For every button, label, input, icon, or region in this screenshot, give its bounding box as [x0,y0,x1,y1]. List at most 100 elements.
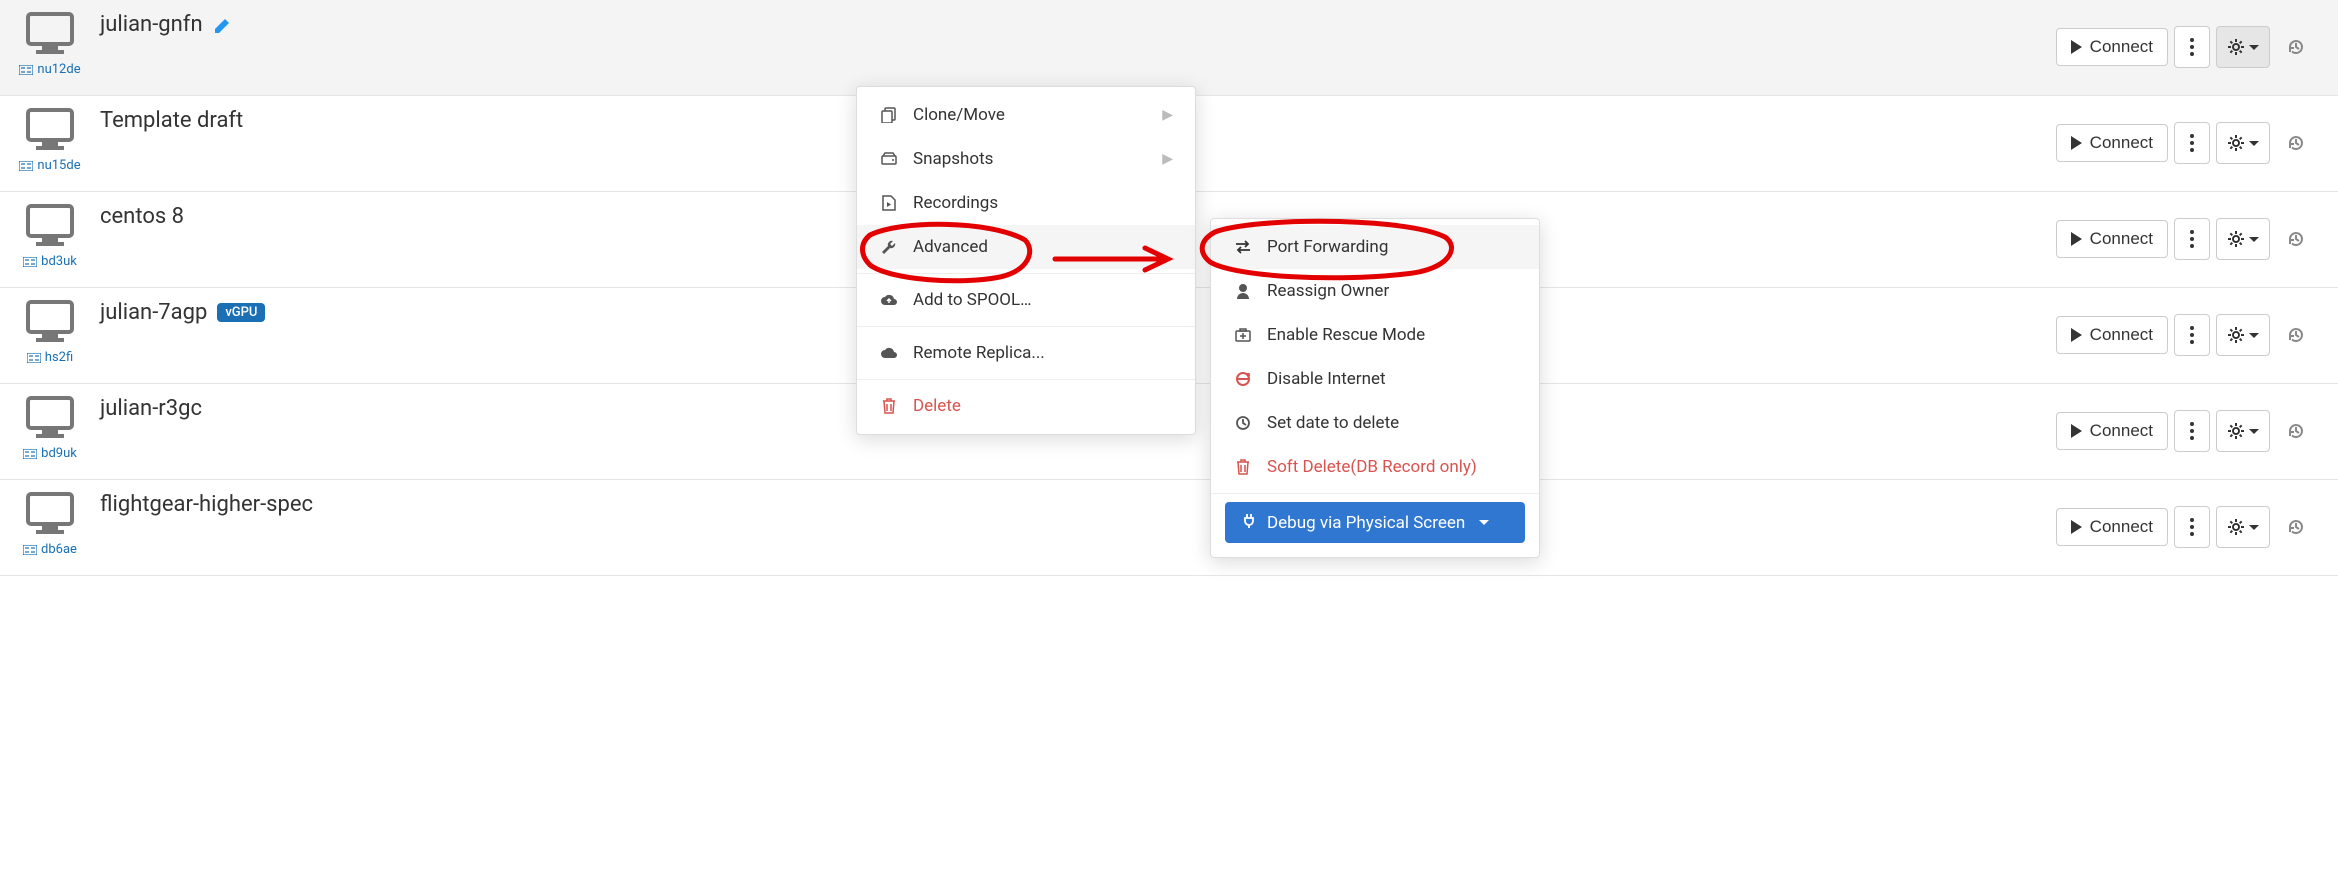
gear-dropdown-button[interactable] [2216,314,2270,356]
menu-label: Delete [913,396,961,416]
monitor-icon [24,204,76,248]
gear-dropdown-button[interactable] [2216,26,2270,68]
pencil-icon[interactable] [213,15,233,35]
menu-advanced[interactable]: Advanced [857,225,1195,269]
caret-down-icon [2249,525,2259,530]
submenu-reassign-owner[interactable]: Reassign Owner [1211,269,1539,313]
play-icon [2071,328,2082,342]
gear-icon [2227,38,2245,56]
vm-actions: Connect [2056,200,2324,260]
vm-actions: Connect [2056,8,2324,68]
submenu-rescue-mode[interactable]: Enable Rescue Mode [1211,313,1539,357]
vm-actions: Connect [2056,488,2324,548]
connect-button[interactable]: Connect [2056,28,2168,66]
menu-snapshots[interactable]: Snapshots ▶ [857,137,1195,181]
node-badge[interactable]: hs2fi [27,350,73,365]
submenu-port-forwarding[interactable]: Port Forwarding [1211,225,1539,269]
kebab-icon [2190,422,2194,440]
gear-dropdown-button[interactable] [2216,506,2270,548]
connect-button[interactable]: Connect [2056,508,2168,546]
connect-button[interactable]: Connect [2056,412,2168,450]
node-id: nu15de [37,158,80,173]
connect-label: Connect [2090,517,2153,537]
trash-icon [879,398,899,414]
history-button[interactable] [2276,26,2316,68]
kebab-button[interactable] [2174,314,2210,356]
menu-clone-move[interactable]: Clone/Move ▶ [857,93,1195,137]
vm-row[interactable]: db6ae flightgear-higher-spec Connect [0,480,2338,576]
wrench-icon [879,239,899,255]
kebab-button[interactable] [2174,410,2210,452]
connect-button[interactable]: Connect [2056,220,2168,258]
history-button[interactable] [2276,410,2316,452]
kebab-icon [2190,230,2194,248]
menu-recordings[interactable]: Recordings [857,181,1195,225]
button-label: Debug via Physical Screen [1267,513,1465,533]
kebab-icon [2190,518,2194,536]
node-badge[interactable]: bd9uk [23,446,77,461]
gear-icon [2227,230,2245,248]
kebab-button[interactable] [2174,26,2210,68]
connect-label: Connect [2090,133,2153,153]
monitor-icon [24,12,76,56]
menu-divider [857,326,1195,327]
caret-down-icon [2249,333,2259,338]
menu-add-spool[interactable]: Add to SPOOL… [857,278,1195,322]
history-icon [2287,38,2305,56]
submenu-disable-internet[interactable]: Disable Internet [1211,357,1539,401]
vm-row[interactable]: nu12de julian-gnfn Connect [0,0,2338,96]
play-icon [2071,520,2082,534]
node-badge[interactable]: nu15de [19,158,80,173]
medkit-icon [1233,328,1253,342]
vm-title: flightgear-higher-spec [100,488,2056,517]
gear-dropdown-button[interactable] [2216,218,2270,260]
menu-label: Soft Delete(DB Record only) [1267,457,1477,477]
history-button[interactable] [2276,218,2316,260]
node-id: bd9uk [41,446,77,461]
node-id: nu12de [37,62,80,77]
menu-remote-replica[interactable]: Remote Replica... [857,331,1195,375]
connect-button[interactable]: Connect [2056,316,2168,354]
monitor-icon [24,396,76,440]
node-badge[interactable]: nu12de [19,62,80,77]
caret-down-icon [2249,429,2259,434]
menu-label: Disable Internet [1267,369,1386,389]
history-button[interactable] [2276,122,2316,164]
vm-name: julian-r3gc [100,396,202,421]
kebab-icon [2190,326,2194,344]
clock-icon [1233,415,1253,431]
node-badge[interactable]: bd3uk [23,254,77,269]
menu-label: Port Forwarding [1267,237,1388,257]
history-icon [2287,230,2305,248]
debug-physical-screen-button[interactable]: Debug via Physical Screen [1225,502,1525,543]
node-id: bd3uk [41,254,77,269]
slots-icon [27,353,41,363]
vm-name: julian-gnfn [100,12,203,37]
gear-dropdown-button[interactable] [2216,122,2270,164]
kebab-button[interactable] [2174,506,2210,548]
kebab-icon [2190,134,2194,152]
node-id: db6ae [41,542,77,557]
caret-down-icon [1479,520,1489,525]
vm-actions: Connect [2056,392,2324,452]
submenu-set-date-delete[interactable]: Set date to delete [1211,401,1539,445]
menu-label: Remote Replica... [913,343,1045,363]
cloud-upload-icon [879,293,899,307]
machine-indicator: bd9uk [14,392,86,461]
gear-dropdown-button[interactable] [2216,410,2270,452]
kebab-button[interactable] [2174,218,2210,260]
file-video-icon [879,195,899,211]
menu-divider [857,273,1195,274]
submenu-soft-delete[interactable]: Soft Delete(DB Record only) [1211,445,1539,489]
connect-label: Connect [2090,37,2153,57]
node-badge[interactable]: db6ae [23,542,77,557]
kebab-button[interactable] [2174,122,2210,164]
ie-icon [1233,371,1253,387]
menu-delete[interactable]: Delete [857,384,1195,428]
menu-label: Reassign Owner [1267,281,1389,301]
history-button[interactable] [2276,314,2316,356]
history-button[interactable] [2276,506,2316,548]
connect-label: Connect [2090,229,2153,249]
connect-button[interactable]: Connect [2056,124,2168,162]
slots-icon [23,545,37,555]
